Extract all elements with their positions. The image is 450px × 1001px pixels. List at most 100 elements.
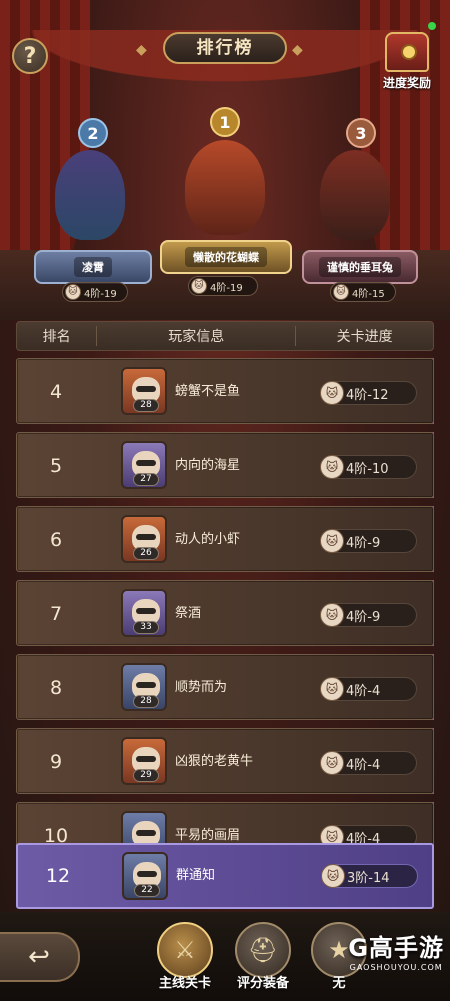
stage-progress-text: 4阶-4 [346, 683, 381, 699]
my-avatar-level: 22 [134, 884, 160, 897]
avatar[interactable]: 28 [121, 367, 167, 415]
cat-face-icon: 🐱 [320, 677, 344, 701]
stage-progress-text: 4阶-12 [346, 387, 389, 403]
helmet-icon: ⛑ [235, 922, 291, 978]
avatar[interactable]: 29 [121, 737, 167, 785]
page-title: 排行榜 [163, 32, 287, 64]
row-rank: 7 [49, 603, 63, 625]
nav-main-stage[interactable]: ⚔ 主线关卡 [150, 922, 220, 991]
progress-reward-label: 进度奖励 [382, 76, 431, 90]
podium-1-progress: 🐱 4阶-19 [188, 276, 258, 296]
podium-3-name: 谨慎的垂耳兔 [319, 257, 401, 277]
ornament-left-icon: ◆ [136, 42, 147, 58]
cat-face-icon: 🐱 [320, 751, 344, 775]
header-stage-progress: 关卡进度 [336, 329, 393, 345]
player-name: 内向的海星 [175, 458, 241, 473]
ranking-list[interactable]: 4 28 螃蟹不是鱼 🐱 4阶-12 5 27 内向的海星 🐱 4阶-10 6 26… [16, 358, 434, 848]
my-avatar[interactable]: 22 [122, 852, 168, 900]
cat-face-icon: 🐱 [320, 603, 344, 627]
header-rank: 排名 [42, 329, 71, 345]
rank-badge-2: 2 [78, 118, 108, 148]
podium-3-progress: 🐱 4阶-15 [330, 282, 396, 302]
stage-progress: 🐱 4阶-4 [320, 677, 417, 701]
cat-face-icon: 🐱 [321, 864, 345, 888]
table-row[interactable]: 9 29 凶狠的老黄牛 🐱 4阶-4 [16, 728, 434, 794]
cat-face-icon: 🐱 [333, 284, 349, 300]
help-button[interactable]: ? [12, 38, 48, 74]
row-rank: 6 [49, 529, 63, 551]
cat-face-icon: 🐱 [320, 381, 344, 405]
podium-2: 凌霄 [34, 250, 152, 284]
row-rank: 10 [43, 825, 69, 847]
player-name: 动人的小虾 [175, 532, 241, 547]
watermark-logo: G高手游 [348, 934, 444, 962]
player-name: 凶狠的老黄牛 [175, 754, 254, 769]
stage-progress-text: 4阶-10 [346, 461, 389, 477]
avatar[interactable]: 26 [121, 515, 167, 563]
podium-1-progress-text: 4阶-19 [210, 282, 243, 294]
row-rank: 8 [49, 677, 63, 699]
nav-main-stage-label: 主线关卡 [158, 976, 211, 991]
nav-third-label: 无 [332, 976, 346, 991]
avatar-level: 27 [133, 473, 159, 486]
podium-1-name: 懒散的花蝴蝶 [185, 247, 267, 267]
hero-fox-warrior[interactable] [185, 140, 265, 235]
player-name: 螃蟹不是鱼 [175, 384, 241, 399]
table-header: 排名 玩家信息 关卡进度 [16, 321, 434, 351]
swords-icon: ⚔ [157, 922, 213, 978]
avatar-level: 28 [133, 695, 159, 708]
progress-reward-button[interactable]: 进度奖励 [372, 32, 442, 91]
avatar-level: 33 [133, 621, 159, 634]
table-row[interactable]: 6 26 动人的小虾 🐱 4阶-9 [16, 506, 434, 572]
table-row[interactable]: 8 28 顺势而为 🐱 4阶-4 [16, 654, 434, 720]
avatar[interactable]: 28 [121, 663, 167, 711]
player-name: 平易的画眉 [175, 828, 241, 843]
watermark: G高手游 GAOSHOUYOU.COM [348, 928, 444, 972]
podium-3-progress-text: 4阶-15 [352, 288, 385, 300]
stage-progress: 🐱 4阶-10 [320, 455, 417, 479]
hero-wizard-raccoon[interactable] [55, 150, 125, 240]
watermark-url: GAOSHOUYOU.COM [349, 963, 443, 972]
player-name: 祭酒 [175, 606, 202, 621]
table-row[interactable]: 7 33 祭酒 🐱 4阶-9 [16, 580, 434, 646]
stage-progress-text: 4阶-9 [346, 609, 381, 625]
rank-badge-3: 3 [346, 118, 376, 148]
nav-rate-equipment[interactable]: ⛑ 评分装备 [228, 922, 298, 991]
my-rank: 12 [45, 865, 71, 887]
cat-face-icon: 🐱 [320, 529, 344, 553]
ornament-right-icon: ◆ [292, 42, 303, 58]
stage-progress: 🐱 4阶-9 [320, 529, 417, 553]
podium-2-progress: 🐱 4阶-19 [62, 282, 128, 302]
cat-face-icon: 🐱 [65, 284, 81, 300]
header-player-info: 玩家信息 [168, 329, 225, 345]
row-rank: 5 [49, 455, 63, 477]
avatar[interactable]: 33 [121, 589, 167, 637]
table-row[interactable]: 4 28 螃蟹不是鱼 🐱 4阶-12 [16, 358, 434, 424]
avatar[interactable]: 27 [121, 441, 167, 489]
podium-2-progress-text: 4阶-19 [84, 288, 117, 300]
row-rank: 9 [49, 751, 63, 773]
status-dot [428, 22, 436, 30]
back-arrow-icon: ↩ [28, 942, 50, 972]
nav-rate-equipment-label: 评分装备 [236, 976, 289, 991]
avatar-level: 29 [133, 769, 159, 782]
stage-progress: 🐱 4阶-12 [320, 381, 417, 405]
player-name: 顺势而为 [175, 680, 228, 695]
my-stage-progress: 🐱 3阶-14 [321, 864, 418, 888]
treasure-chest-icon [385, 32, 429, 72]
my-rank-row[interactable]: 12 22 群通知 🐱 3阶-14 [16, 843, 434, 909]
cat-face-icon: 🐱 [320, 455, 344, 479]
my-player-name: 群通知 [176, 868, 216, 883]
rank-badge-1: 1 [210, 107, 240, 137]
stage-progress-text: 4阶-4 [346, 757, 381, 773]
hero-raccoon-mage[interactable] [320, 150, 390, 240]
podium-1: 懒散的花蝴蝶 [160, 240, 292, 274]
podium-3: 谨慎的垂耳兔 [302, 250, 418, 284]
table-row[interactable]: 5 27 内向的海星 🐱 4阶-10 [16, 432, 434, 498]
stage-progress-text: 4阶-9 [346, 535, 381, 551]
table-row[interactable]: 10 平易的画眉 🐱 4阶-4 [16, 802, 434, 848]
back-button[interactable]: ↩ [0, 932, 80, 982]
avatar-level: 28 [133, 399, 159, 412]
podium-2-name: 凌霄 [74, 257, 112, 277]
cat-face-icon: 🐱 [191, 278, 207, 294]
